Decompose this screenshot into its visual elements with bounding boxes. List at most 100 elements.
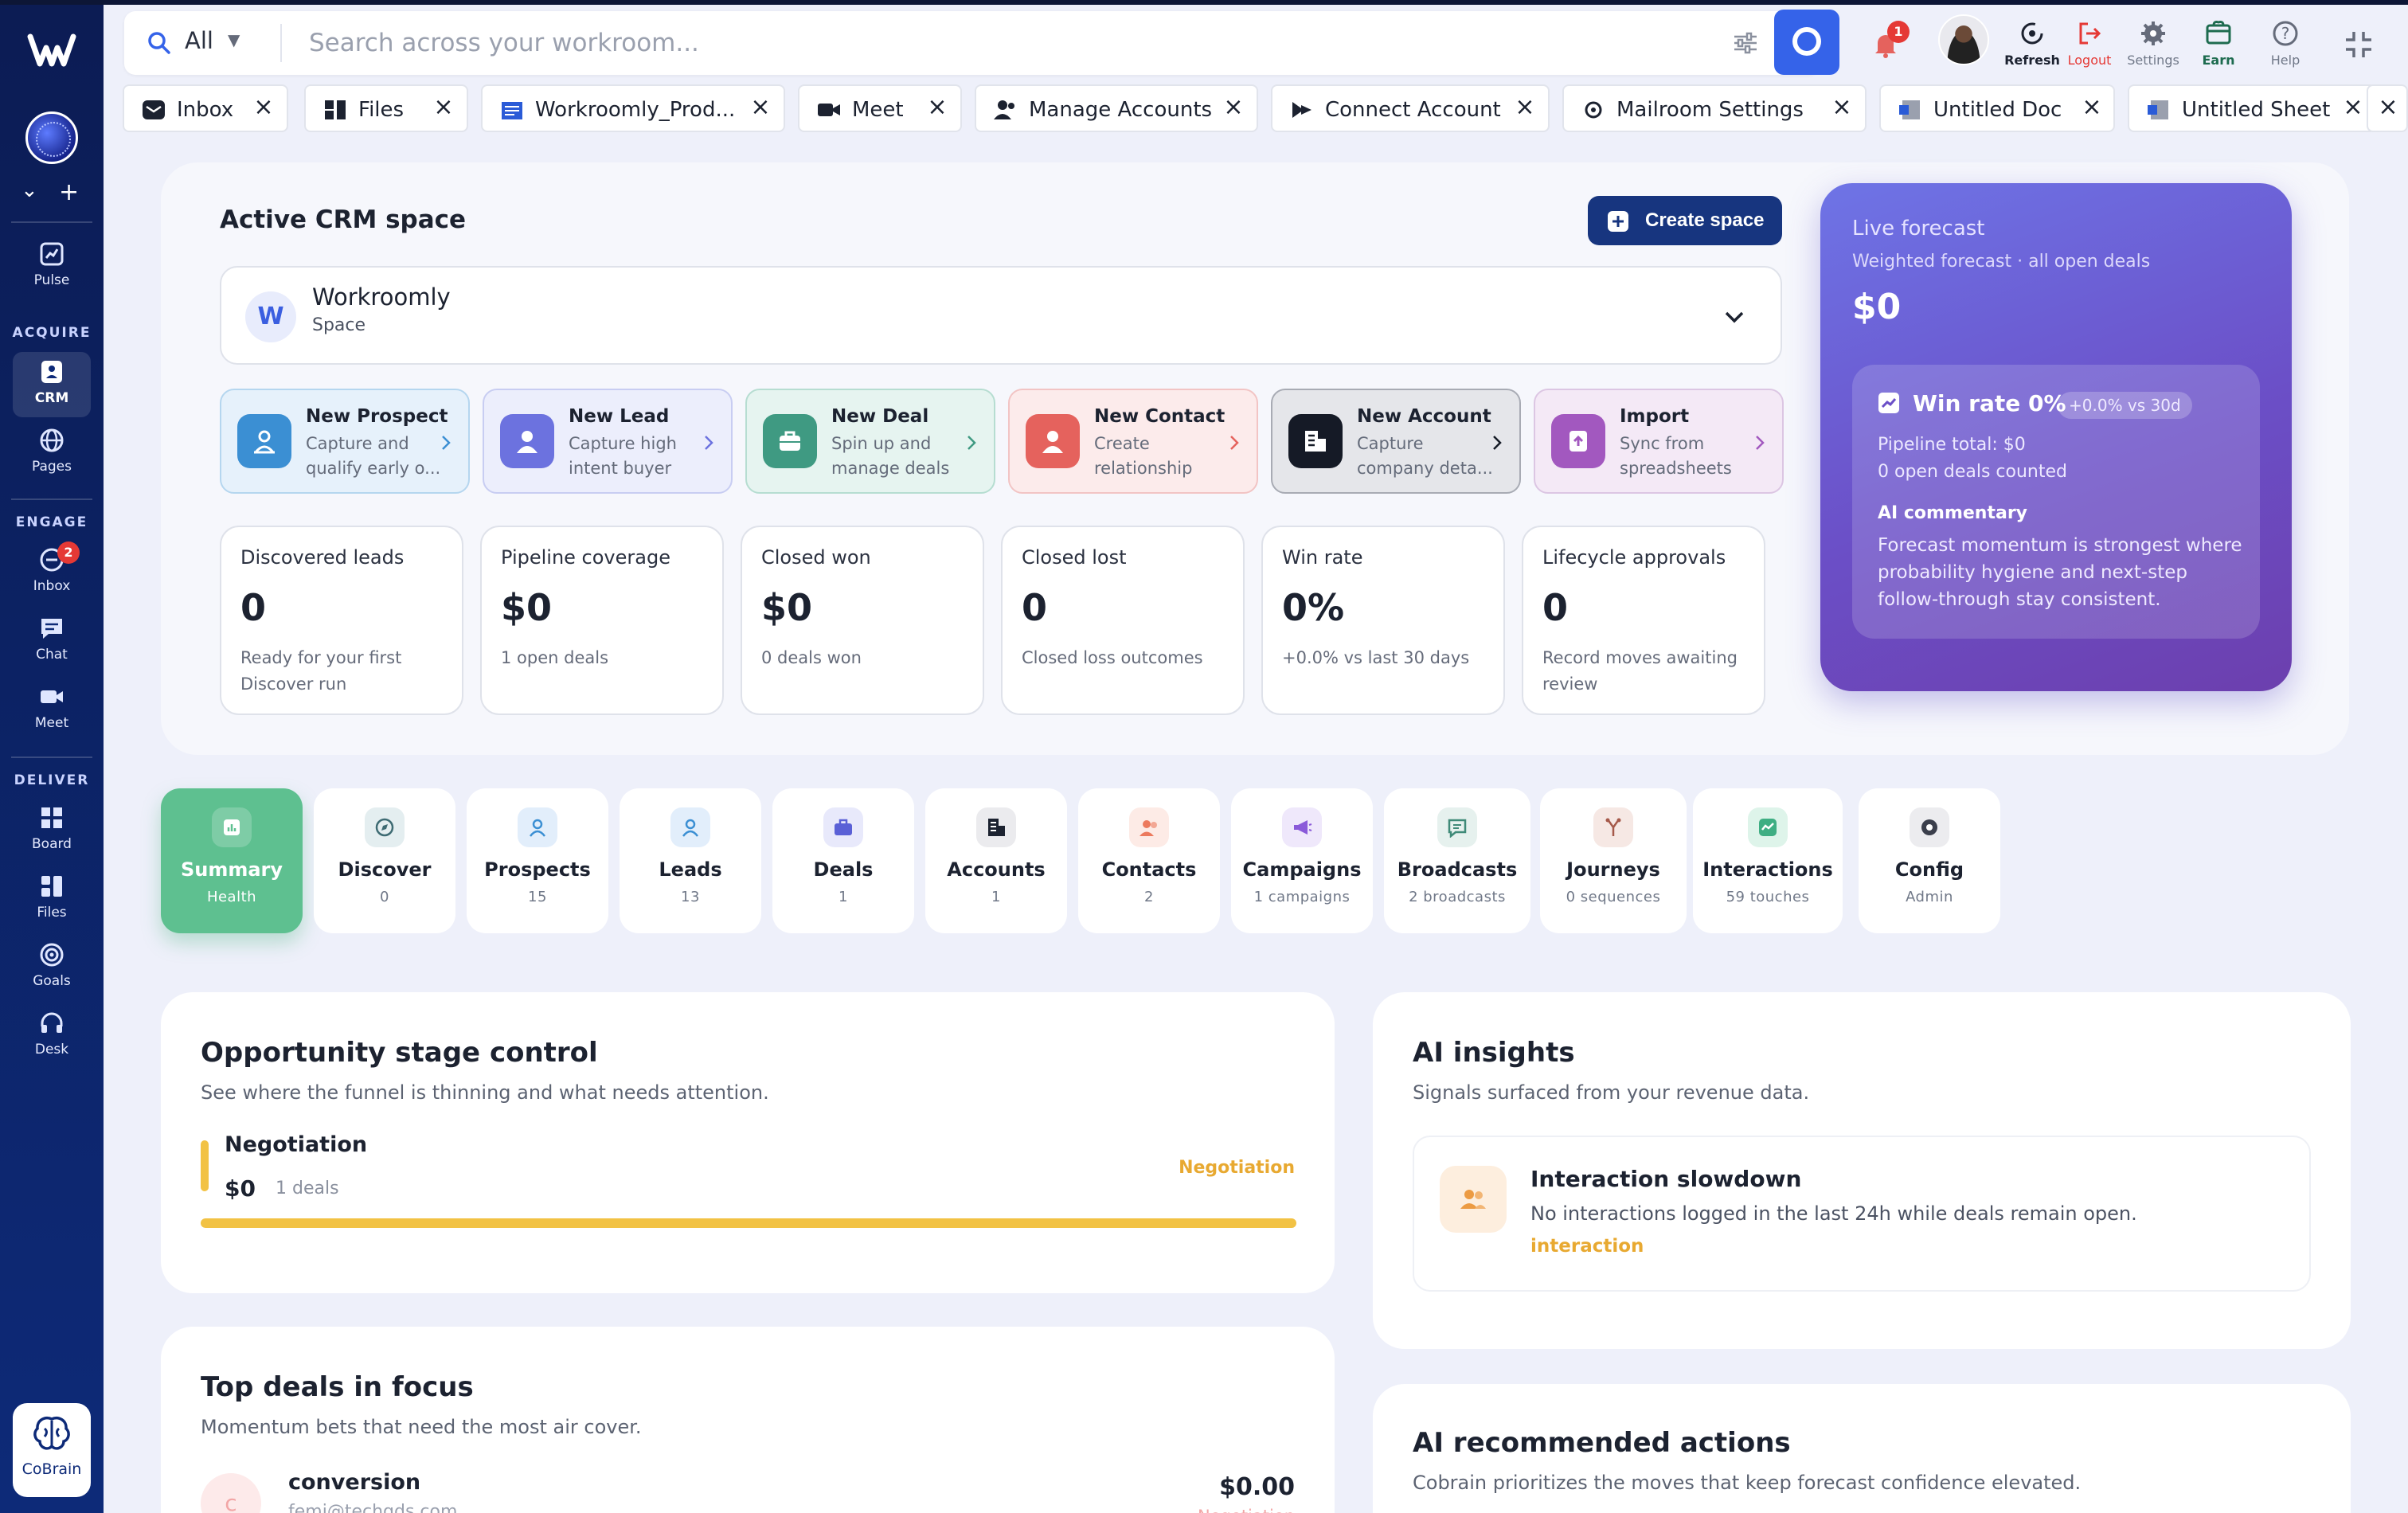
close-icon[interactable]: × xyxy=(1513,96,1537,119)
sidebar-item-pages[interactable]: Pages xyxy=(13,420,91,486)
close-icon[interactable]: × xyxy=(1222,96,1245,119)
chevron-down-icon[interactable]: ▼ xyxy=(228,30,240,49)
new-account-action-card[interactable]: New Account Capture company deta... xyxy=(1271,389,1521,494)
close-icon[interactable]: × xyxy=(749,96,772,119)
sidebar-divider xyxy=(11,756,92,758)
search-submit-button[interactable] xyxy=(1774,10,1839,75)
module-tab-config[interactable]: Config Admin xyxy=(1859,788,2000,933)
tab-untitled-sheet[interactable]: Untitled Sheet × xyxy=(2128,84,2376,132)
workroomly-logo[interactable] xyxy=(27,30,76,70)
deal-avatar: c xyxy=(201,1473,261,1513)
sidebar-item-crm[interactable]: CRM xyxy=(13,352,91,417)
module-title: Discover xyxy=(338,858,432,881)
module-tab-leads[interactable]: Leads 13 xyxy=(620,788,761,933)
user-icon xyxy=(530,819,545,837)
logout-button[interactable]: Logout xyxy=(2058,13,2121,84)
module-title: Contacts xyxy=(1101,858,1197,881)
tab-inbox[interactable]: Inbox × xyxy=(123,84,288,132)
tab-label: Files xyxy=(358,98,405,122)
action-description: Capture high intent buyer xyxy=(569,434,677,478)
sidebar-item-chat[interactable]: Chat xyxy=(13,608,91,674)
new-deal-action-card[interactable]: New Deal Spin up and manage deals xyxy=(745,389,995,494)
refresh-button[interactable]: Refresh xyxy=(2000,13,2064,84)
new-prospect-action-card[interactable]: New Prospect Capture and qualify early o.… xyxy=(220,389,470,494)
import-action-card[interactable]: Import Sync from spreadsheets xyxy=(1534,389,1784,494)
tab-files[interactable]: Files × xyxy=(304,84,468,132)
tab-manage-accounts[interactable]: Manage Accounts × xyxy=(975,84,1258,132)
tab-meet[interactable]: Meet × xyxy=(798,84,962,132)
close-icon[interactable]: × xyxy=(2080,96,2104,119)
tab-connect-account[interactable]: Connect Account × xyxy=(1271,84,1550,132)
module-tab-discover[interactable]: Discover 0 xyxy=(314,788,455,933)
workspace-avatar[interactable] xyxy=(25,111,78,164)
close-icon[interactable]: × xyxy=(2376,96,2400,119)
close-icon[interactable]: × xyxy=(2341,96,2365,119)
module-tab-broadcasts[interactable]: Broadcasts 2 broadcasts xyxy=(1384,788,1530,933)
module-tab-prospects[interactable]: Prospects 15 xyxy=(467,788,608,933)
sidebar-item-desk[interactable]: Desk xyxy=(13,1003,91,1069)
search-scope-select[interactable]: All xyxy=(185,27,213,54)
notifications-button[interactable]: 1 xyxy=(1854,13,1917,84)
chevron-down-icon[interactable] xyxy=(1720,303,1749,331)
module-tab-accounts[interactable]: Accounts 1 xyxy=(925,788,1067,933)
module-icon-box xyxy=(1748,807,1788,847)
new-contact-action-card[interactable]: New Contact Create relationship xyxy=(1008,389,1258,494)
action-description: Capture company deta... xyxy=(1357,434,1493,478)
sidebar-item-board[interactable]: Board xyxy=(13,798,91,863)
tab-mailroom-settings[interactable]: Mailroom Settings × xyxy=(1562,84,1867,132)
close-icon[interactable]: × xyxy=(252,96,276,119)
module-tab-journeys[interactable]: Journeys 0 sequences xyxy=(1540,788,1687,933)
win-rate-label: Win rate 0% xyxy=(1913,390,2066,416)
module-subtitle: 13 xyxy=(681,889,700,905)
module-icon-box xyxy=(1593,807,1633,847)
board-icon xyxy=(41,807,62,828)
link-icon xyxy=(1292,102,1312,118)
headset-icon xyxy=(41,1012,63,1033)
close-icon[interactable]: × xyxy=(432,96,455,119)
cobrain-button[interactable]: CoBrain xyxy=(13,1403,91,1497)
tab-workroomly-prod[interactable]: Workroomly_Prod... × xyxy=(481,84,785,132)
search-input[interactable] xyxy=(309,29,1726,57)
tab-overflow[interactable]: × xyxy=(2367,84,2408,132)
tab-untitled-doc[interactable]: Untitled Doc × xyxy=(1879,84,2115,132)
module-tab-interactions[interactable]: Interactions 59 touches xyxy=(1693,788,1843,933)
module-tab-summary[interactable]: Summary Health xyxy=(161,788,303,933)
earn-button[interactable]: Earn xyxy=(2187,13,2250,84)
sidebar-item-meet[interactable]: Meet xyxy=(13,677,91,742)
space-selector[interactable]: W Workroomly Space xyxy=(220,266,1782,365)
action-title: New Account xyxy=(1357,406,1491,427)
chat-search-icon xyxy=(1792,27,1821,56)
new-lead-action-card[interactable]: New Lead Capture high intent buyer xyxy=(483,389,733,494)
create-space-button[interactable]: Create space xyxy=(1588,196,1782,245)
module-subtitle: 1 xyxy=(991,889,1001,905)
stage-card-title: Opportunity stage control xyxy=(201,1037,598,1069)
help-button[interactable]: ? Help xyxy=(2254,13,2317,84)
chevron-down-icon[interactable]: ⌄ xyxy=(21,178,38,202)
import-icon xyxy=(1570,431,1587,452)
sidebar: ⌄ + Pulse ACQUIRE CRM Pages ENGAGE 2 Inb… xyxy=(0,5,104,1513)
action-icon-box xyxy=(1026,414,1080,468)
settings-button[interactable]: Settings xyxy=(2121,13,2185,84)
insight-item[interactable]: Interaction slowdown No interactions log… xyxy=(1413,1136,2311,1292)
close-icon[interactable]: × xyxy=(1830,96,1854,119)
sidebar-item-files[interactable]: Files xyxy=(13,866,91,932)
collapse-icon[interactable] xyxy=(2341,27,2376,62)
sidebar-item-pulse[interactable]: Pulse xyxy=(13,234,91,299)
sidebar-item-goals[interactable]: Goals xyxy=(13,935,91,1000)
module-tab-campaigns[interactable]: Campaigns 1 campaigns xyxy=(1231,788,1373,933)
tab-label: Meet xyxy=(852,98,904,122)
module-tab-contacts[interactable]: Contacts 2 xyxy=(1078,788,1220,933)
filter-sliders-icon[interactable] xyxy=(1730,27,1761,59)
top-deals-title: Top deals in focus xyxy=(201,1371,474,1403)
stat-label: Closed won xyxy=(761,546,871,569)
deal-name[interactable]: conversion xyxy=(288,1470,420,1495)
module-icon-box xyxy=(1282,807,1322,847)
users-icon xyxy=(994,100,1014,119)
add-workspace-icon[interactable]: + xyxy=(59,178,79,206)
module-tab-deals[interactable]: Deals 1 xyxy=(772,788,914,933)
close-icon[interactable]: × xyxy=(925,96,949,119)
stat-card: Discovered leads 0 Ready for your first Di… xyxy=(220,526,463,715)
sidebar-item-inbox[interactable]: 2 Inbox xyxy=(13,540,91,605)
target-icon xyxy=(40,943,64,967)
user-avatar[interactable] xyxy=(1938,14,1989,65)
